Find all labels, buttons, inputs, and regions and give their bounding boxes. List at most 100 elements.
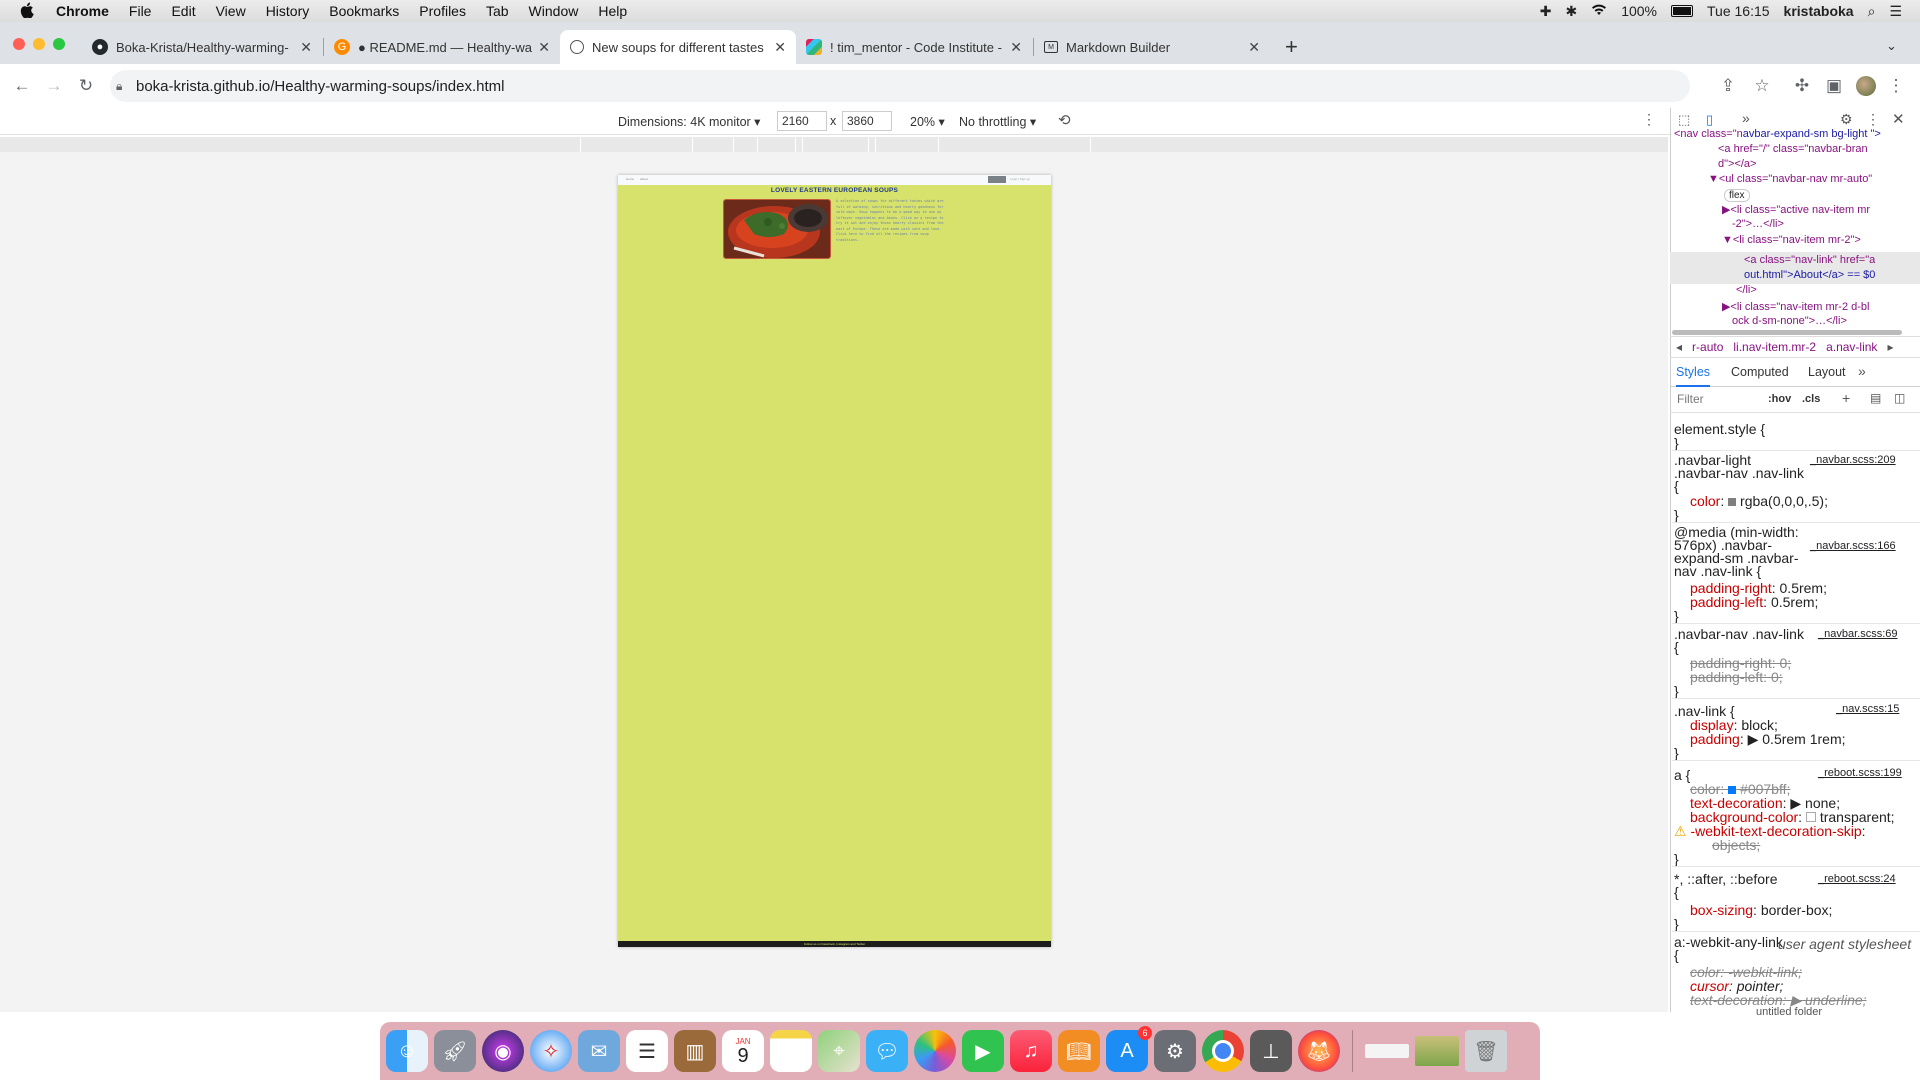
downloads-stack-icon[interactable] <box>1415 1036 1459 1066</box>
close-tab-icon[interactable]: ✕ <box>538 39 550 56</box>
cls-toggle[interactable]: .cls <box>1802 393 1820 405</box>
profile-avatar[interactable] <box>1854 74 1878 98</box>
menu-app-name[interactable]: Chrome <box>46 3 119 19</box>
siri-icon[interactable]: ◉ <box>482 1030 524 1072</box>
rule-source-link[interactable]: _navbar.scss:209 <box>1810 454 1896 466</box>
launchpad-icon[interactable]: 🚀︎ <box>434 1030 476 1072</box>
tab-readme[interactable]: G ● README.md — Healthy-war ✕ <box>324 30 560 64</box>
menu-profiles[interactable]: Profiles <box>409 3 476 19</box>
site-nav-right[interactable]: Login | Sign up <box>1010 177 1030 181</box>
inspect-element-icon[interactable]: ⬚ <box>1678 112 1690 128</box>
tab-search-icon[interactable]: ⌄ <box>1886 38 1897 54</box>
photos-icon[interactable] <box>914 1030 956 1072</box>
breadcrumb-item[interactable]: li.nav-item.mr-2 <box>1733 340 1816 354</box>
side-panel-icon[interactable]: ▣ <box>1822 74 1846 98</box>
extensions-icon[interactable]: ✣ <box>1790 74 1814 98</box>
minimize-window-button[interactable] <box>33 38 45 50</box>
devtools-settings-icon[interactable]: ⚙ <box>1840 111 1853 128</box>
address-url[interactable]: boka-krista.github.io/Healthy-warming-so… <box>136 78 505 95</box>
menu-history[interactable]: History <box>256 3 320 19</box>
bookmark-star-icon[interactable]: ☆ <box>1750 74 1774 98</box>
more-tabs-icon[interactable]: » <box>1858 363 1866 379</box>
reload-icon[interactable]: ↻ <box>74 74 98 98</box>
reminders-icon[interactable]: ☰ <box>626 1030 668 1072</box>
desktop-folder-label[interactable]: untitled folder <box>1756 1006 1822 1018</box>
user-name[interactable]: kristaboka <box>1784 3 1854 19</box>
finder-icon[interactable]: ☺ <box>386 1030 428 1072</box>
tab-layout[interactable]: Layout <box>1808 365 1846 379</box>
site-preview[interactable]: Home About Login | Sign up LOVELY EASTER… <box>618 175 1051 947</box>
medical-cross-icon[interactable]: ✚ <box>1540 3 1552 20</box>
tab-computed[interactable]: Computed <box>1731 365 1789 379</box>
rotate-icon[interactable]: ⟲ <box>1058 111 1071 129</box>
site-nav-about[interactable]: About <box>640 177 648 181</box>
folder-stack-icon[interactable] <box>1365 1044 1409 1058</box>
tab-markdown[interactable]: M Markdown Builder ✕ <box>1034 30 1270 64</box>
back-icon[interactable]: ← <box>10 74 34 98</box>
music-icon[interactable]: ♫ <box>1010 1030 1052 1072</box>
dom-line[interactable]: <nav class="navbar-expand-sm bg-light "> <box>1674 128 1881 140</box>
menu-window[interactable]: Window <box>519 3 589 19</box>
menu-help[interactable]: Help <box>588 3 637 19</box>
tab-new-soups[interactable]: New soups for different tastes ✕ <box>560 30 796 64</box>
dom-line[interactable]: ock d-sm-none">…</li> <box>1732 315 1847 327</box>
new-tab-icon[interactable]: + <box>1285 34 1298 60</box>
close-tab-icon[interactable]: ✕ <box>1248 39 1260 56</box>
menu-edit[interactable]: Edit <box>161 3 205 19</box>
close-window-button[interactable] <box>13 38 25 50</box>
device-more-icon[interactable]: ⋮ <box>1642 111 1656 128</box>
trash-icon[interactable]: 🗑︎ <box>1465 1030 1507 1072</box>
dom-line[interactable]: <a href="/" class="navbar-bran <box>1718 143 1868 155</box>
rule-source-link[interactable]: _navbar.scss:166 <box>1810 540 1896 552</box>
zoom-window-button[interactable] <box>53 38 65 50</box>
app-store-icon[interactable]: A6 <box>1106 1026 1152 1072</box>
dom-line[interactable]: </li> <box>1736 284 1757 296</box>
site-nav-home[interactable]: Home <box>626 177 634 181</box>
control-center-icon[interactable]: ☰ <box>1889 3 1902 20</box>
wifi-icon[interactable] <box>1591 3 1607 19</box>
dom-line-selected[interactable]: <a class="nav-link" href="a <box>1744 254 1875 266</box>
spotlight-search-icon[interactable]: ⌕ <box>1868 3 1876 20</box>
devtools-close-icon[interactable]: ✕ <box>1892 110 1905 128</box>
zoom-dropdown[interactable]: 20% ▾ <box>910 114 945 129</box>
tab-github[interactable]: ● Boka-Krista/Healthy-warming- ✕ <box>82 30 322 64</box>
flex-badge[interactable]: flex <box>1724 189 1750 202</box>
media-query-ruler[interactable] <box>0 137 1668 152</box>
share-icon[interactable]: ⇪ <box>1716 74 1740 98</box>
tab-styles[interactable]: Styles <box>1676 365 1711 387</box>
dom-scrollbar[interactable] <box>1672 330 1902 335</box>
rule-source-link[interactable]: _nav.scss:15 <box>1836 703 1899 715</box>
dom-line[interactable]: ▼<ul class="navbar-nav mr-auto" <box>1708 173 1872 185</box>
paint-icon[interactable]: ▤ <box>1870 391 1881 405</box>
menu-view[interactable]: View <box>206 3 256 19</box>
dom-line[interactable]: ▶<li class="active nav-item mr <box>1722 203 1870 216</box>
rule-prop[interactable]: color: rgba(0,0,0,.5); <box>1690 493 1828 509</box>
rule-prop-warning[interactable]: ⚠ -webkit-text-decoration-skip: <box>1674 823 1866 840</box>
notebook-icon[interactable]: ▥ <box>674 1030 716 1072</box>
device-toggle-icon[interactable]: ▯ <box>1706 112 1713 128</box>
lock-icon[interactable]: 🔒︎ <box>116 79 128 94</box>
sidebar-toggle-icon[interactable]: ◫ <box>1894 391 1905 405</box>
rule-prop[interactable]: box-sizing: border-box; <box>1690 902 1832 918</box>
rule-source-link[interactable]: _reboot.scss:24 <box>1818 873 1896 885</box>
dom-line[interactable]: d"></a> <box>1718 158 1756 170</box>
chrome-menu-icon[interactable]: ⋮ <box>1884 74 1908 98</box>
rule-source-link[interactable]: _navbar.scss:69 <box>1818 628 1898 640</box>
close-tab-icon[interactable]: ✕ <box>300 39 312 56</box>
more-panels-icon[interactable]: » <box>1742 110 1750 126</box>
messages-icon[interactable]: 💬︎ <box>866 1030 908 1072</box>
battery-icon[interactable] <box>1671 5 1694 17</box>
menu-tab[interactable]: Tab <box>476 3 519 19</box>
breadcrumb-left-icon[interactable]: ◂ <box>1676 340 1682 354</box>
breadcrumb-item[interactable]: r-auto <box>1692 340 1723 354</box>
bluetooth-icon[interactable]: ✱ <box>1565 3 1577 20</box>
rule-source-link[interactable]: _reboot.scss:199 <box>1818 767 1902 779</box>
new-style-rule-icon[interactable]: + <box>1842 390 1850 406</box>
mail-icon[interactable]: ✉ <box>578 1030 620 1072</box>
dom-line[interactable]: ▼<li class="nav-item mr-2"> <box>1722 234 1861 246</box>
close-tab-icon[interactable]: ✕ <box>1010 39 1022 56</box>
apple-icon[interactable] <box>0 2 46 21</box>
device-width-input[interactable]: 2160 <box>777 111 827 131</box>
address-bar[interactable]: 🔒︎ boka-krista.github.io/Healthy-warming… <box>110 70 1690 102</box>
menu-bookmarks[interactable]: Bookmarks <box>319 3 409 19</box>
